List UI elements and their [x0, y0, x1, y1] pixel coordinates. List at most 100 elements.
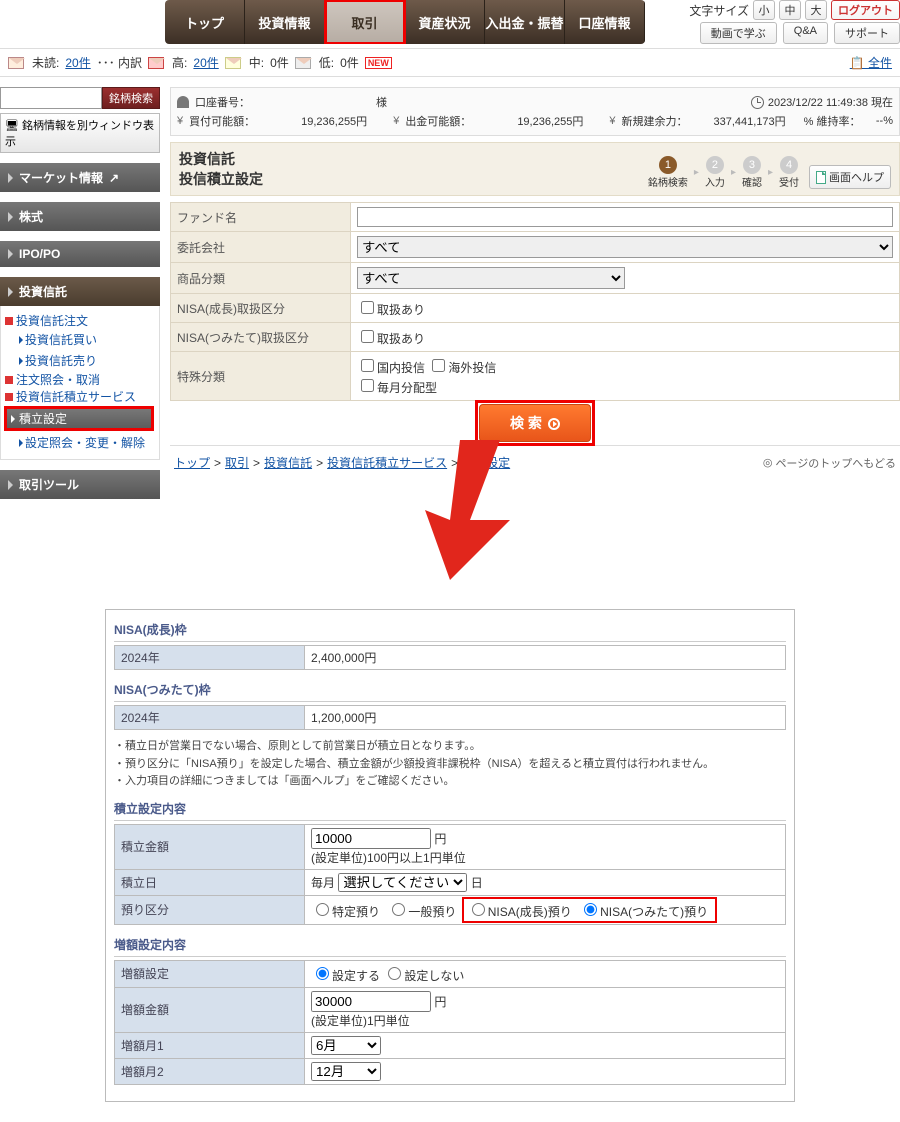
- sidebar-fund-sell[interactable]: 投資信託売り: [25, 350, 97, 371]
- sidebar-plan-inquiry[interactable]: 設定照会・変更・解除: [25, 432, 145, 453]
- increase-amount-label: 増額金額: [115, 987, 305, 1032]
- category-label: 商品分類: [171, 263, 351, 294]
- help-button[interactable]: 画面ヘルプ: [809, 165, 891, 189]
- clock-icon: [751, 96, 764, 109]
- search-button[interactable]: 検 索: [479, 404, 591, 442]
- crumb-funds[interactable]: 投資信託: [264, 454, 312, 471]
- fontsize-small-button[interactable]: 小: [753, 0, 775, 20]
- fund-name-input[interactable]: [357, 207, 893, 227]
- category-select[interactable]: すべて: [357, 267, 625, 289]
- lo-count: 0件: [340, 54, 359, 71]
- sidebar-funds[interactable]: 投資信託: [0, 277, 160, 306]
- hi-label: 高:: [172, 54, 187, 71]
- breakdown-label: ･･･ 内訳: [97, 54, 142, 71]
- sidebar-stocks[interactable]: 株式: [0, 202, 160, 231]
- increase-amount-note: (設定単位)1円単位: [311, 1014, 410, 1028]
- support-button[interactable]: サポート: [834, 22, 900, 44]
- domestic-checkbox[interactable]: [361, 359, 374, 372]
- company-select[interactable]: すべて: [357, 236, 893, 258]
- all-mail-link[interactable]: 📋 全件: [850, 54, 892, 71]
- open-new-window-button[interactable]: 🖥 銘柄情報を別ウィンドウ表示: [0, 113, 160, 153]
- deposit-type-label: 預り区分: [115, 895, 305, 924]
- logo-placeholder: [0, 0, 165, 44]
- increase-month1-select[interactable]: 6月: [311, 1036, 381, 1055]
- symbol-search-button[interactable]: 銘柄検索: [102, 87, 160, 109]
- increase-no-radio[interactable]: [388, 967, 401, 980]
- page-top-link[interactable]: ◎ ページのトップへもどる: [763, 455, 896, 471]
- sidebar-plan-setting[interactable]: 積立設定: [5, 407, 153, 430]
- nav-cash[interactable]: 入出金・振替: [485, 0, 565, 44]
- triangle-icon: [19, 357, 23, 365]
- increase-month2-label: 増額月2: [115, 1058, 305, 1084]
- increase-month2-select[interactable]: 12月: [311, 1062, 381, 1081]
- amount-note: (設定単位)100円以上1円単位: [311, 851, 466, 865]
- deposit-general-radio[interactable]: [392, 903, 405, 916]
- nisa-tsumitate-year: 2024年: [115, 706, 305, 730]
- sidebar-fund-buy[interactable]: 投資信託買い: [25, 329, 97, 350]
- triangle-icon: [19, 336, 23, 344]
- nisa-growth-checkbox[interactable]: [361, 301, 374, 314]
- category-title: 投資信託: [179, 149, 263, 169]
- mail-icon: [8, 57, 24, 69]
- increase-month1-label: 増額月1: [115, 1032, 305, 1058]
- arrow-circle-icon: [548, 418, 560, 430]
- sidebar: 銘柄検索 🖥 銘柄情報を別ウィンドウ表示 マーケット情報 ↗ 株式 IPO/PO…: [0, 87, 160, 499]
- fontsize-label: 文字サイズ: [689, 2, 749, 19]
- nav-assets[interactable]: 資産状況: [405, 0, 485, 44]
- fontsize-large-button[interactable]: 大: [805, 0, 827, 20]
- logout-button[interactable]: ログアウト: [831, 0, 900, 20]
- crumb-top[interactable]: トップ: [174, 454, 210, 471]
- sidebar-order-inquiry[interactable]: 注文照会・取消: [16, 371, 100, 389]
- sidebar-market-info[interactable]: マーケット情報 ↗: [0, 163, 160, 192]
- learn-video-button[interactable]: 動画で学ぶ: [700, 22, 777, 44]
- sidebar-ipo[interactable]: IPO/PO: [0, 241, 160, 267]
- amount-input[interactable]: [311, 828, 431, 849]
- person-icon: [177, 96, 189, 108]
- maintain-value: --%: [876, 115, 893, 127]
- account-no-label: 口座番号：: [195, 94, 250, 110]
- nav-account[interactable]: 口座情報: [565, 0, 645, 44]
- unread-count-link[interactable]: 20件: [65, 54, 90, 71]
- note-2: ・預り区分に「NISA預り」を設定した場合、積立金額が少額投資非課税枠（NISA…: [114, 756, 786, 774]
- fontsize-medium-button[interactable]: 中: [779, 0, 801, 20]
- mail-high-icon: [148, 57, 164, 69]
- mail-mid-icon: [225, 57, 241, 69]
- note-3: ・入力項目の詳細につきましては「画面ヘルプ」をご確認ください。: [114, 773, 786, 791]
- qa-button[interactable]: Q&A: [783, 22, 828, 44]
- nisa-growth-year: 2024年: [115, 646, 305, 670]
- hi-count-link[interactable]: 20件: [193, 54, 218, 71]
- deposit-nisa-growth-radio[interactable]: [472, 903, 485, 916]
- increase-amount-input[interactable]: [311, 991, 431, 1012]
- nav-trade[interactable]: 取引: [325, 0, 405, 44]
- symbol-search-input[interactable]: [0, 87, 102, 109]
- nisa-tsumitate-header: NISA(つみたて)枠: [114, 678, 786, 702]
- intl-checkbox[interactable]: [432, 359, 445, 372]
- day-select[interactable]: 選択してください: [338, 873, 467, 892]
- search-form: ファンド名 委託会社 すべて 商品分類 すべて NISA(成長)取扱区分 取扱あ…: [170, 202, 900, 401]
- sidebar-tools[interactable]: 取引ツール: [0, 470, 160, 499]
- deposit-nisa-tsumitate-radio[interactable]: [584, 903, 597, 916]
- triangle-icon: [19, 439, 23, 447]
- nav-top[interactable]: トップ: [165, 0, 245, 44]
- detail-panel: NISA(成長)枠 2024年 2,400,000円 NISA(つみたて)枠 2…: [105, 609, 795, 1102]
- fund-name-label: ファンド名: [171, 203, 351, 232]
- special-label: 特殊分類: [171, 352, 351, 401]
- increase-section-header: 増額設定内容: [114, 933, 786, 957]
- nav-invest-info[interactable]: 投資情報: [245, 0, 325, 44]
- step-indicator: 1銘柄検索▸ 2入力▸ 3確認▸ 4受付: [648, 156, 799, 189]
- increase-set-label: 増額設定: [115, 960, 305, 987]
- deposit-specific-radio[interactable]: [316, 903, 329, 916]
- sidebar-fund-order[interactable]: 投資信託注文: [16, 312, 88, 330]
- crumb-trade[interactable]: 取引: [225, 454, 249, 471]
- chevron-right-icon: [8, 173, 13, 183]
- sidebar-fund-service[interactable]: 投資信託積立サービス: [16, 388, 136, 406]
- nisa-growth-header: NISA(成長)枠: [114, 618, 786, 642]
- monthly-checkbox[interactable]: [361, 379, 374, 392]
- main-nav: トップ 投資情報 取引 資産状況 入出金・振替 口座情報: [165, 0, 645, 44]
- margin-label: 新規建余力：: [622, 113, 688, 129]
- increase-yes-radio[interactable]: [316, 967, 329, 980]
- day-label: 積立日: [115, 869, 305, 895]
- nisa-tsumitate-checkbox[interactable]: [361, 330, 374, 343]
- timestamp: 2023/12/22 11:49:38 現在: [768, 94, 893, 110]
- lo-label: 低:: [319, 54, 334, 71]
